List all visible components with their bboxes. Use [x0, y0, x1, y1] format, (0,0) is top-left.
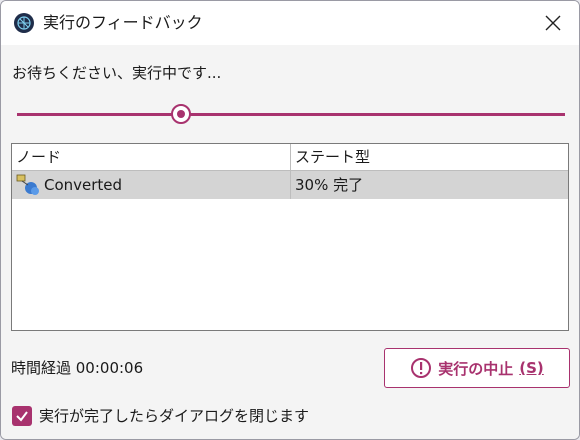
window-title: 実行のフィードバック: [43, 13, 203, 32]
stop-button-label: 実行の中止: [438, 359, 514, 378]
titlebar: 実行のフィードバック: [1, 1, 579, 45]
progress-slider[interactable]: [17, 101, 565, 127]
close-button[interactable]: [537, 7, 569, 39]
progress-track: [17, 113, 565, 116]
alert-circle-icon: [411, 358, 432, 378]
close-on-complete-checkbox[interactable]: [12, 405, 32, 426]
table-row[interactable]: Converted 30% 完了: [12, 171, 568, 199]
node-converted-icon: [16, 174, 39, 195]
checkbox-label: 実行が完了したらダイアログを閉じます: [39, 407, 310, 425]
dialog-content: お待ちください、実行中です... ノード ステート型 Converted 30%…: [1, 45, 579, 439]
node-name: Converted: [44, 176, 123, 194]
column-header-state[interactable]: ステート型: [291, 144, 568, 170]
dialog-window: 実行のフィードバック お待ちください、実行中です... ノード ステート型 Co…: [0, 0, 580, 440]
globe-icon: [14, 13, 34, 33]
status-message: お待ちください、実行中です...: [12, 64, 222, 82]
progress-thumb[interactable]: [171, 104, 192, 124]
close-on-complete-option[interactable]: 実行が完了したらダイアログを閉じます: [12, 405, 309, 426]
checkmark-icon: [16, 410, 28, 422]
node-status-table: ノード ステート型 Converted 30% 完了: [11, 143, 569, 331]
cell-state: 30% 完了: [295, 176, 364, 194]
close-icon: [545, 15, 561, 31]
stop-execution-button[interactable]: 実行の中止 (S): [384, 348, 570, 388]
elapsed-time: 時間経過 00:00:06: [11, 359, 144, 377]
cell-node: Converted: [12, 171, 291, 199]
stop-button-shortcut: (S): [519, 359, 544, 377]
column-header-node[interactable]: ノード: [12, 144, 291, 170]
table-header: ノード ステート型: [12, 144, 568, 171]
